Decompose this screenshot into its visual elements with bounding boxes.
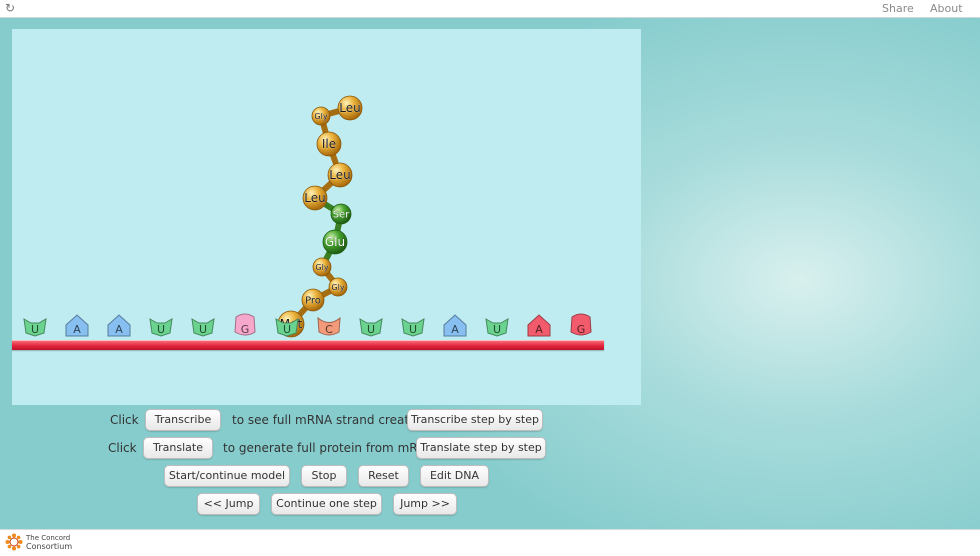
mrna-base-g: G	[234, 313, 256, 336]
simulation-drawing: MetProGlyGlyGluSerLeuLeuIleGlyLeu UAAUUG…	[23, 95, 592, 338]
mrna-base-u: U	[23, 318, 47, 337]
simulation-canvas[interactable]: MetProGlyGlyGluSerLeuLeuIleGlyLeu UAAUUG…	[12, 29, 641, 405]
amino-acid-label: Leu	[339, 101, 360, 115]
mrna-base-c: C	[317, 316, 341, 336]
jump-back-button[interactable]: << Jump	[197, 493, 260, 515]
translate-button[interactable]: Translate	[143, 437, 213, 459]
amino-acid-leu: Leu	[337, 95, 363, 121]
mrna-base-letter: U	[493, 323, 501, 336]
start-continue-button[interactable]: Start/continue model	[164, 465, 290, 487]
edit-dna-button[interactable]: Edit DNA	[420, 465, 489, 487]
transcribe-step-button[interactable]: Transcribe step by step	[407, 409, 543, 431]
translate-step-button[interactable]: Translate step by step	[416, 437, 546, 459]
amino-acid-label: Leu	[329, 168, 350, 182]
footer: The Concord Consortium	[0, 529, 980, 556]
reload-icon[interactable]: ↻	[5, 1, 15, 15]
amino-acid-ile: Ile	[316, 131, 342, 157]
mrna-base-letter: G	[241, 323, 250, 336]
amino-acid-leu: Leu	[327, 162, 353, 188]
amino-acid-gly: Gly	[311, 106, 331, 126]
mrna-base-a: A	[65, 314, 89, 337]
share-link[interactable]: Share	[882, 2, 914, 15]
reset-button[interactable]: Reset	[358, 465, 409, 487]
mrna-base-letter: U	[283, 323, 291, 336]
click-label-transcribe: Click	[110, 413, 139, 427]
mrna-base-a: A	[527, 314, 551, 337]
amino-acid-label: Ile	[322, 137, 336, 151]
amino-acid-label: Glu	[325, 235, 345, 249]
amino-acid-glu: Glu	[322, 229, 348, 255]
amino-acid-label: Gly	[315, 263, 328, 272]
mrna-base-letter: U	[157, 323, 165, 336]
continue-one-step-button[interactable]: Continue one step	[271, 493, 382, 515]
mrna-base-u: U	[485, 318, 509, 337]
mrna-base-letter: U	[367, 323, 375, 336]
mrna-base-letter: C	[325, 323, 333, 336]
jump-forward-button[interactable]: Jump >>	[393, 493, 457, 515]
click-label-translate: Click	[108, 441, 137, 455]
amino-acid-label: Leu	[304, 191, 325, 205]
mrna-base-letter: A	[451, 323, 459, 336]
amino-acid-label: Gly	[331, 283, 344, 292]
mrna-base-u: U	[149, 318, 173, 337]
amino-acid-leu: Leu	[302, 185, 328, 211]
mrna-base-u: U	[359, 318, 383, 337]
amino-acid-gly: Gly	[312, 257, 332, 277]
transcribe-button[interactable]: Transcribe	[145, 409, 221, 431]
mrna-base-a: A	[107, 314, 131, 337]
mrna-base-letter: A	[535, 323, 543, 336]
amino-acid-gly: Gly	[328, 277, 348, 297]
footer-brand-line-2: Consortium	[26, 542, 73, 551]
mrna-base-a: A	[443, 314, 467, 337]
mrna-base-letter: A	[115, 323, 123, 336]
about-link[interactable]: About	[930, 2, 963, 15]
amino-acid-label: Gly	[314, 112, 327, 121]
amino-acid-label: Ser	[333, 210, 351, 221]
mrna-base-letter: U	[199, 323, 207, 336]
top-bar: ↻ Share About	[0, 0, 980, 18]
stop-button[interactable]: Stop	[301, 465, 347, 487]
mrna-base-g: G	[570, 313, 592, 336]
amino-acid-label: Pro	[305, 296, 321, 307]
mrna-base-letter: A	[73, 323, 81, 336]
mrna-base-u: U	[191, 318, 215, 337]
mrna-base-letter: G	[577, 323, 586, 336]
mrna-base-u: U	[401, 318, 425, 337]
concord-logo-icon[interactable]	[5, 533, 23, 551]
mrna-base-letter: U	[31, 323, 39, 336]
amino-acid-ser: Ser	[330, 203, 352, 225]
mrna-base-letter: U	[409, 323, 417, 336]
footer-brand-line-1: The Concord	[26, 534, 71, 542]
amino-acid-pro: Pro	[301, 288, 325, 312]
